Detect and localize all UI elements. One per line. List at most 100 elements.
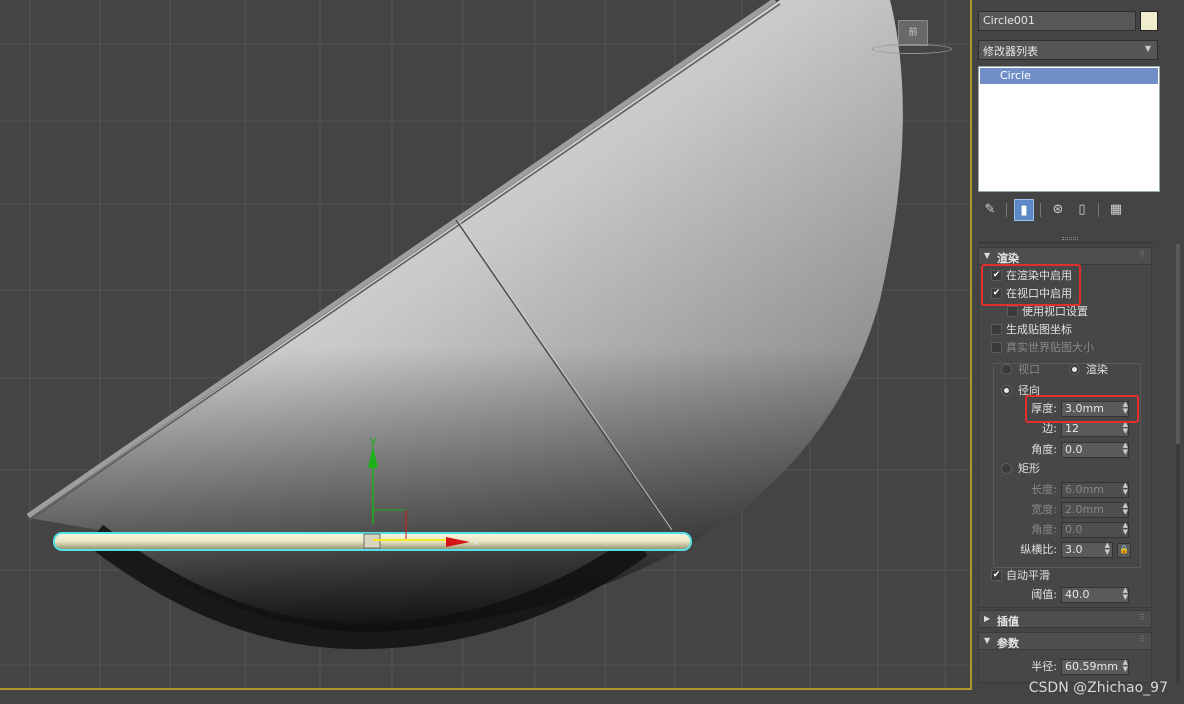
radial-angle-input[interactable]: 0.0 bbox=[1061, 442, 1129, 458]
modifier-list-label: 修改器列表 bbox=[983, 45, 1038, 58]
viewcube[interactable]: 前 bbox=[898, 20, 928, 46]
checkbox-label: 真实世界贴图大小 bbox=[1006, 341, 1094, 354]
checkbox-label: 在渲染中启用 bbox=[1006, 269, 1072, 282]
use-viewport-settings-checkbox[interactable]: 使用视口设置 bbox=[1007, 304, 1088, 320]
object-color-swatch[interactable] bbox=[1140, 11, 1158, 31]
radio-render-mode[interactable]: 渲染 bbox=[1069, 362, 1108, 378]
rollout-parameters-header[interactable]: ▼ 参数 ⠿ bbox=[978, 632, 1152, 650]
toolbar-divider bbox=[1098, 203, 1099, 217]
enable-in-viewport-checkbox[interactable]: ✔ 在视口中启用 bbox=[991, 286, 1072, 302]
spinner-label: 厚度: bbox=[1031, 402, 1057, 415]
radio-rectangular[interactable]: 矩形 bbox=[1001, 461, 1040, 477]
watermark: CSDN @Zhichao_97 bbox=[1028, 680, 1168, 696]
checkbox-label: 在视口中启用 bbox=[1006, 287, 1072, 300]
auto-smooth-checkbox[interactable]: ✔ 自动平滑 bbox=[991, 568, 1050, 584]
expand-triangle-icon: ▶ bbox=[984, 614, 991, 623]
radio-radial[interactable]: 径向 bbox=[1001, 383, 1040, 399]
checkbox-check-icon: ✔ bbox=[991, 569, 1002, 581]
viewcube-face-label[interactable]: 前 bbox=[898, 20, 928, 46]
object-name-field[interactable]: Circle001 bbox=[978, 11, 1136, 31]
remove-modifier-icon[interactable]: ▯ bbox=[1072, 199, 1092, 221]
checkbox-check-icon: ✔ bbox=[991, 269, 1002, 281]
show-end-result-icon[interactable]: ▮ bbox=[1014, 199, 1034, 221]
threshold-input[interactable]: 40.0 bbox=[1061, 587, 1129, 603]
drag-handle-icon: ⠿ bbox=[1139, 613, 1145, 622]
rollout-rendering-body: ✔ 在渲染中启用 ✔ 在视口中启用 使用视口设置 生成贴图坐标 真实世界贴图大小 视… bbox=[978, 264, 1152, 608]
rollout-parameters-body: 半径: 60.59mm ▲ ▼ bbox=[978, 649, 1152, 683]
rollout-rendering-header[interactable]: ▼ 渲染 ⠿ bbox=[978, 247, 1152, 265]
toolbar-divider bbox=[1040, 203, 1041, 217]
spinner-arrows-icon[interactable]: ▲ ▼ bbox=[1105, 542, 1110, 556]
drag-handle-icon: ⠿ bbox=[1139, 250, 1145, 259]
threshold-spinner[interactable]: 阈值: 40.0 ▲ ▼ bbox=[1031, 587, 1131, 603]
spinner-label: 宽度: bbox=[1031, 503, 1057, 516]
panel-scrollbar-thumb[interactable] bbox=[1176, 244, 1180, 444]
width-spinner[interactable]: 宽度: 2.0mm ▲ ▼ bbox=[1031, 502, 1131, 518]
real-world-map-size-checkbox[interactable]: 真实世界贴图大小 bbox=[991, 340, 1094, 356]
spinner-arrows-icon[interactable]: ▲ ▼ bbox=[1123, 421, 1128, 435]
checkbox-label: 使用视口设置 bbox=[1022, 305, 1088, 318]
command-panel-modify: Circle001 修改器列表 ▼ Circle ✎ ▮ ⊛ ▯ ▦ ▼ 渲染 … bbox=[972, 0, 1184, 704]
radio-viewport-mode[interactable]: 视口 bbox=[1001, 362, 1040, 378]
perspective-viewport[interactable]: y x 前 bbox=[0, 0, 972, 690]
spinner-label: 阈值: bbox=[1031, 588, 1057, 601]
checkbox-check-icon: ✔ bbox=[991, 287, 1002, 299]
spinner-label: 角度: bbox=[1031, 443, 1057, 456]
sides-input[interactable]: 12 bbox=[1061, 421, 1129, 437]
length-input[interactable]: 6.0mm bbox=[1061, 482, 1129, 498]
radial-angle-spinner[interactable]: 角度: 0.0 ▲ ▼ bbox=[1031, 442, 1131, 458]
pin-icon[interactable]: ✎ bbox=[980, 199, 1000, 221]
spinner-arrows-icon[interactable]: ▲ ▼ bbox=[1123, 587, 1128, 601]
spinner-label: 半径: bbox=[1031, 660, 1057, 673]
generate-mapping-coords-checkbox[interactable]: 生成贴图坐标 bbox=[991, 322, 1072, 338]
toolbar-divider bbox=[1006, 203, 1007, 217]
gizmo-x-label: x bbox=[473, 537, 479, 548]
width-input[interactable]: 2.0mm bbox=[1061, 502, 1129, 518]
gizmo-y-label: y bbox=[370, 434, 377, 447]
modifier-stack[interactable]: Circle bbox=[978, 66, 1160, 192]
stack-item-circle[interactable]: Circle bbox=[980, 68, 1158, 84]
rect-angle-spinner[interactable]: 角度: 0.0 ▲ ▼ bbox=[1031, 522, 1131, 538]
checkbox-label: 生成贴图坐标 bbox=[1006, 323, 1072, 336]
radio-label: 视口 bbox=[1018, 363, 1040, 376]
radio-label: 径向 bbox=[1018, 384, 1040, 397]
chevron-down-icon: ▼ bbox=[1144, 44, 1151, 53]
rollout-title: 插值 bbox=[997, 615, 1019, 628]
spinner-arrows-icon[interactable]: ▲ ▼ bbox=[1123, 442, 1128, 456]
radius-input[interactable]: 60.59mm bbox=[1061, 659, 1129, 675]
checkbox-label: 自动平滑 bbox=[1006, 569, 1050, 582]
collapse-triangle-icon: ▼ bbox=[984, 251, 991, 260]
circle001-spline[interactable] bbox=[53, 532, 692, 551]
spinner-label: 长度: bbox=[1031, 483, 1057, 496]
radio-label: 矩形 bbox=[1018, 462, 1040, 475]
make-unique-icon[interactable]: ⊛ bbox=[1048, 199, 1068, 221]
spinner-label: 纵横比: bbox=[1020, 543, 1057, 556]
length-spinner[interactable]: 长度: 6.0mm ▲ ▼ bbox=[1031, 482, 1131, 498]
spinner-label: 角度: bbox=[1031, 523, 1057, 536]
viewcube-compass-ring[interactable] bbox=[872, 44, 952, 54]
aspect-spinner[interactable]: 纵横比: 3.0 ▲ ▼ bbox=[1020, 542, 1113, 558]
collapse-triangle-icon: ▼ bbox=[984, 636, 991, 645]
spinner-arrows-icon[interactable]: ▲ ▼ bbox=[1123, 401, 1128, 415]
spinner-arrows-icon[interactable]: ▲ ▼ bbox=[1123, 522, 1128, 536]
enable-in-renderer-checkbox[interactable]: ✔ 在渲染中启用 bbox=[991, 268, 1072, 284]
configure-sets-icon[interactable]: ▦ bbox=[1106, 199, 1126, 221]
sides-spinner[interactable]: 边: 12 ▲ ▼ bbox=[1042, 421, 1131, 437]
viewport-scene[interactable]: y x bbox=[0, 0, 970, 688]
radius-spinner[interactable]: 半径: 60.59mm ▲ ▼ bbox=[1031, 659, 1131, 675]
modifier-list-dropdown[interactable]: 修改器列表 ▼ bbox=[978, 40, 1158, 60]
drag-handle-icon: ⠿ bbox=[1139, 635, 1145, 644]
spinner-label: 边: bbox=[1042, 422, 1057, 435]
panel-resize-grip[interactable] bbox=[1062, 237, 1078, 240]
panel-divider bbox=[978, 242, 1154, 243]
thickness-spinner[interactable]: 厚度: 3.0mm ▲ ▼ bbox=[1031, 401, 1131, 417]
modifier-stack-toolbar: ✎ ▮ ⊛ ▯ ▦ bbox=[978, 199, 1160, 221]
rollout-interpolation-header[interactable]: ▶ 插值 ⠿ bbox=[978, 610, 1152, 628]
spinner-arrows-icon[interactable]: ▲ ▼ bbox=[1123, 502, 1128, 516]
thickness-input[interactable]: 3.0mm bbox=[1061, 401, 1129, 417]
spinner-arrows-icon[interactable]: ▲ ▼ bbox=[1123, 659, 1128, 673]
rect-angle-input[interactable]: 0.0 bbox=[1061, 522, 1129, 538]
radio-label: 渲染 bbox=[1086, 363, 1108, 376]
lock-aspect-icon[interactable]: 🔒 bbox=[1117, 543, 1131, 558]
spinner-arrows-icon[interactable]: ▲ ▼ bbox=[1123, 482, 1128, 496]
